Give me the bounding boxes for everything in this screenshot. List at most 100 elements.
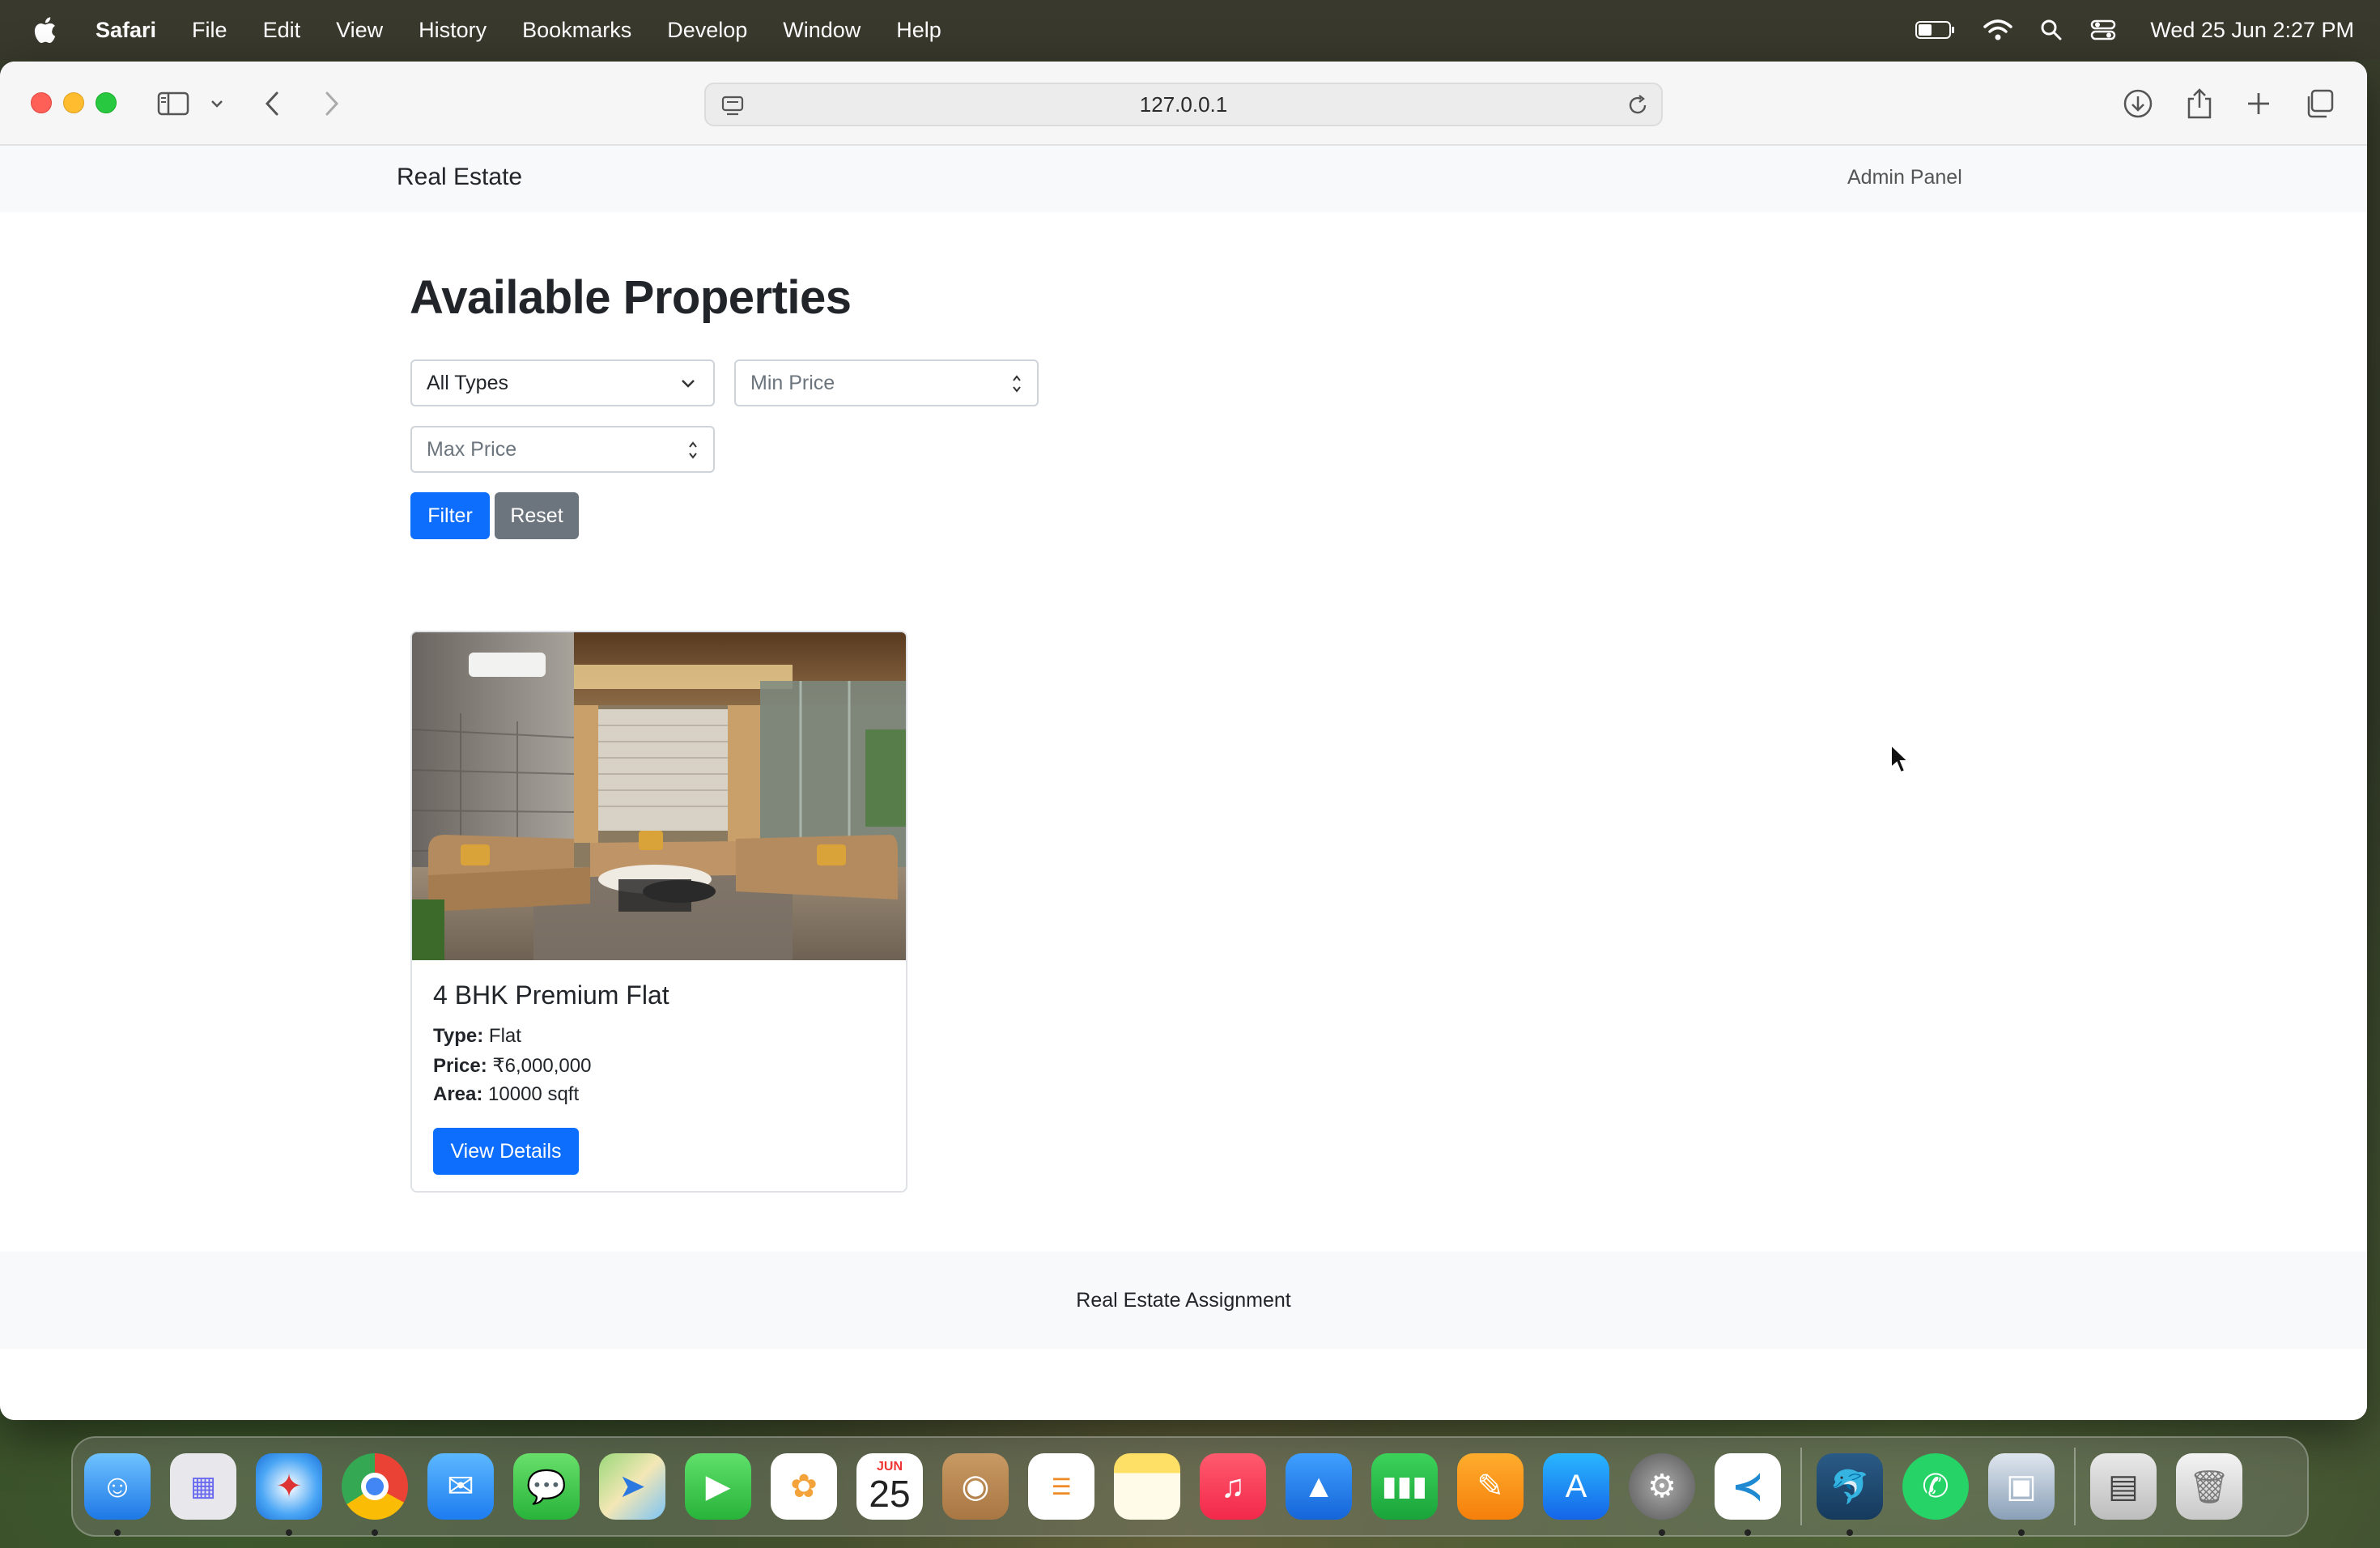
pages-icon[interactable]: ✎ <box>1457 1453 1524 1520</box>
type-select-value: All Types <box>427 371 508 394</box>
reminders-icon[interactable]: ☰ <box>1028 1453 1094 1520</box>
stepper-icon[interactable] <box>1011 372 1022 396</box>
page-settings-icon[interactable] <box>720 94 745 118</box>
menu-help[interactable]: Help <box>896 18 941 43</box>
chrome-icon[interactable] <box>342 1453 408 1536</box>
property-title: 4 BHK Premium Flat <box>433 980 669 1010</box>
facetime-icon[interactable]: ▶ <box>685 1453 751 1520</box>
min-price-input[interactable]: Min Price <box>734 359 1039 406</box>
sidebar-toggle-icon[interactable] <box>157 86 189 121</box>
site-brand[interactable]: Real Estate <box>397 164 522 191</box>
browser-window: 127.0.0.1 Real Estate Admin Panel Availa… <box>0 62 2367 1420</box>
running-indicator <box>1745 1529 1751 1536</box>
filter-button[interactable]: Filter <box>410 492 490 539</box>
footer-text: Real Estate Assignment <box>1076 1288 1291 1312</box>
property-area: Area: 10000 sqft <box>433 1083 579 1106</box>
property-type: Type: Flat <box>433 1025 521 1048</box>
running-indicator <box>372 1529 378 1536</box>
address-bar[interactable]: 127.0.0.1 <box>704 83 1663 126</box>
price-label: Price: <box>433 1055 487 1077</box>
site-footer: Real Estate Assignment <box>0 1252 2367 1349</box>
running-indicator <box>2018 1529 2025 1536</box>
url-text[interactable]: 127.0.0.1 <box>1140 92 1227 117</box>
downloads-icon[interactable] <box>2123 86 2153 121</box>
control-center-icon[interactable] <box>2090 19 2116 41</box>
calendar-day: 25 <box>869 1473 911 1515</box>
dock-separator <box>2074 1448 2076 1525</box>
browser-toolbar: 127.0.0.1 <box>0 62 2367 146</box>
battery-icon[interactable] <box>1915 20 1956 40</box>
launchpad-icon[interactable]: ▦ <box>170 1453 236 1520</box>
page-title: Available Properties <box>410 271 852 324</box>
vscode-icon[interactable]: ≺ <box>1715 1453 1781 1536</box>
type-select[interactable]: All Types <box>410 359 715 406</box>
preview-icon[interactable]: ▣ <box>1988 1453 2055 1536</box>
mail-icon[interactable]: ✉ <box>427 1453 494 1520</box>
menu-clock[interactable]: Wed 25 Jun 2:27 PM <box>2150 18 2354 43</box>
menu-view[interactable]: View <box>336 18 383 43</box>
type-label: Type: <box>433 1025 484 1047</box>
trash-icon[interactable]: 🗑 <box>2176 1453 2242 1520</box>
menu-app-name[interactable]: Safari <box>96 18 156 43</box>
system-settings-icon[interactable]: ⚙ <box>1629 1453 1695 1536</box>
price-value: ₹6,000,000 <box>492 1055 592 1077</box>
max-price-placeholder: Max Price <box>427 437 517 461</box>
forward-icon[interactable] <box>319 86 343 121</box>
share-icon[interactable] <box>2186 86 2213 121</box>
reload-icon[interactable] <box>1626 93 1650 117</box>
stepper-icon[interactable] <box>687 438 699 462</box>
chevron-down-icon[interactable] <box>209 86 225 121</box>
finder-icon[interactable]: ☺ <box>84 1453 151 1536</box>
back-icon[interactable] <box>261 86 285 121</box>
music-icon[interactable]: ♫ <box>1200 1453 1266 1520</box>
messages-icon[interactable]: 💬 <box>513 1453 580 1520</box>
safari-icon[interactable]: ✦ <box>256 1453 322 1536</box>
property-image[interactable] <box>412 632 906 960</box>
menu-window[interactable]: Window <box>783 18 861 43</box>
minimize-window-button[interactable] <box>63 92 84 113</box>
status-area: Wed 25 Jun 2:27 PM <box>1915 0 2354 60</box>
calendar-icon[interactable]: JUN 25 <box>856 1453 923 1520</box>
menu-bar: Safari File Edit View History Bookmarks … <box>0 0 2380 60</box>
min-price-placeholder: Min Price <box>750 371 835 394</box>
menu-bookmarks[interactable]: Bookmarks <box>522 18 631 43</box>
property-price: Price: ₹6,000,000 <box>433 1054 591 1078</box>
mouse-cursor-icon <box>1890 743 1910 774</box>
menu-edit[interactable]: Edit <box>263 18 301 43</box>
menu-history[interactable]: History <box>419 18 487 43</box>
view-details-button[interactable]: View Details <box>433 1128 579 1175</box>
photos-icon[interactable]: ✿ <box>771 1453 837 1520</box>
new-tab-icon[interactable] <box>2246 86 2272 121</box>
running-indicator <box>286 1529 292 1536</box>
chevron-down-icon <box>682 380 695 388</box>
property-card: 4 BHK Premium Flat Type: Flat Price: ₹6,… <box>410 631 907 1193</box>
app-store-icon[interactable]: A <box>1543 1453 1609 1520</box>
close-window-button[interactable] <box>31 92 52 113</box>
admin-panel-link[interactable]: Admin Panel <box>1847 166 1962 189</box>
running-indicator <box>114 1529 121 1536</box>
zoom-window-button[interactable] <box>96 92 117 113</box>
menu-develop[interactable]: Develop <box>667 18 747 43</box>
area-label: Area: <box>433 1083 483 1105</box>
tab-overview-icon[interactable] <box>2304 86 2335 121</box>
reset-button[interactable]: Reset <box>495 492 579 539</box>
site-navbar: Real Estate Admin Panel <box>0 146 2367 212</box>
contacts-icon[interactable]: ◉ <box>942 1453 1009 1520</box>
screenshot-folder-icon[interactable]: ▤ <box>2090 1453 2157 1520</box>
dock: ☺ ▦ ✦ ✉ 💬 ➤ ▶ ✿ JUN 25 ◉ ☰ ♫ ▲ ▮▮▮ ✎ A ⚙… <box>71 1436 2309 1537</box>
mysql-workbench-icon[interactable]: 🐬 <box>1817 1453 1883 1536</box>
search-icon[interactable] <box>2040 19 2063 41</box>
type-value: Flat <box>488 1025 521 1047</box>
max-price-input[interactable]: Max Price <box>410 426 715 473</box>
whatsapp-icon[interactable]: ✆ <box>1902 1453 1969 1520</box>
wifi-icon[interactable] <box>1983 19 2013 41</box>
maps-icon[interactable]: ➤ <box>599 1453 665 1520</box>
dock-separator <box>1800 1448 1802 1525</box>
menu-file[interactable]: File <box>192 18 227 43</box>
area-value: 10000 sqft <box>488 1083 580 1105</box>
apple-icon[interactable] <box>32 16 57 44</box>
keynote-icon[interactable]: ▲ <box>1286 1453 1352 1520</box>
notes-icon[interactable] <box>1114 1453 1180 1520</box>
running-indicator <box>1847 1529 1853 1536</box>
numbers-icon[interactable]: ▮▮▮ <box>1371 1453 1438 1520</box>
